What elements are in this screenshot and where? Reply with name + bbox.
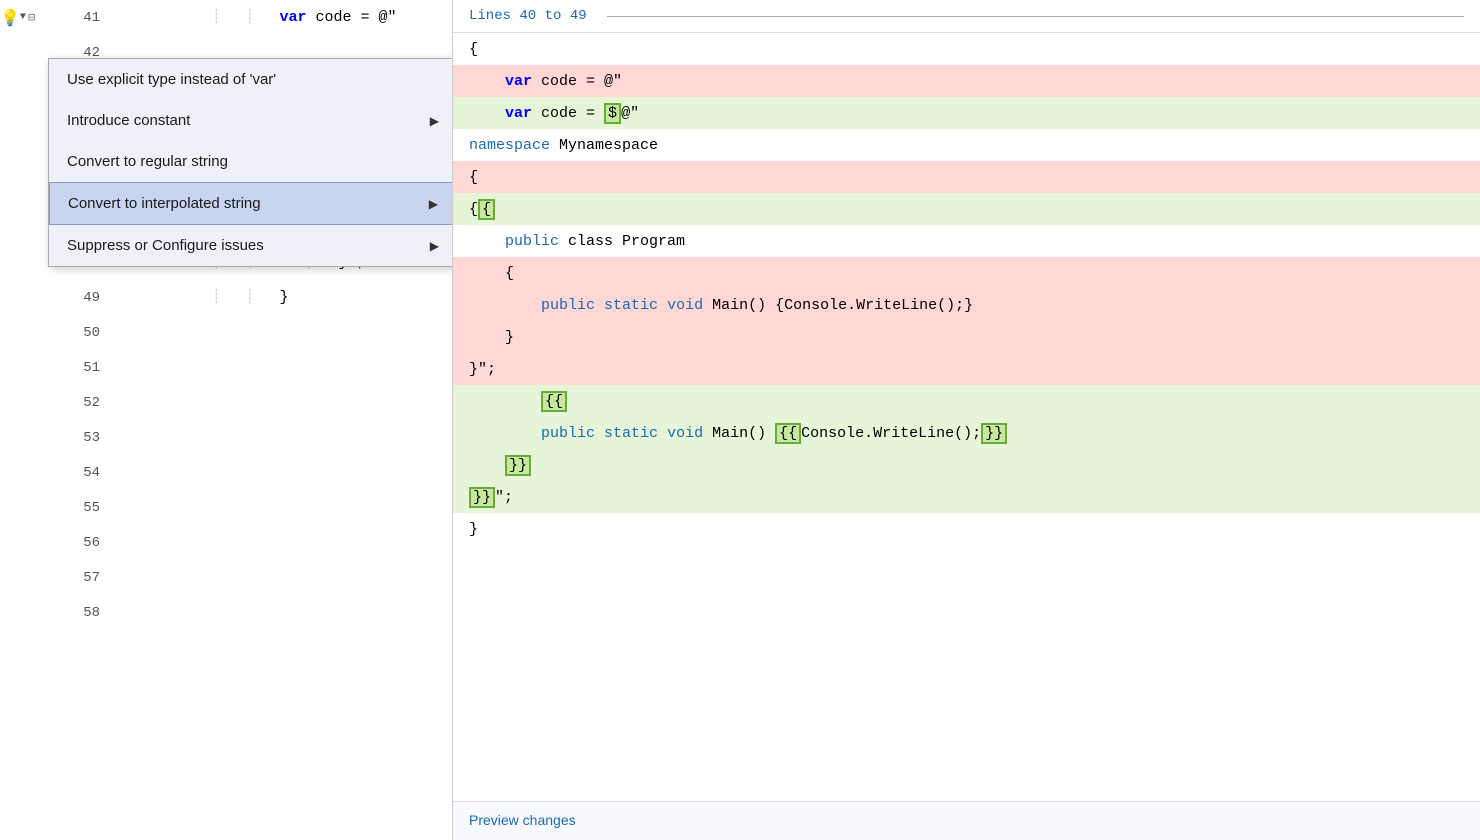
line-number: 51 (65, 360, 110, 376)
diff-line-removed: }"; (453, 353, 1480, 385)
menu-item-suppress-configure[interactable]: Suppress or Configure issues ▶ (49, 225, 453, 266)
menu-item-label: Introduce constant (67, 112, 190, 129)
line-number: 55 (65, 500, 110, 516)
code-line-49: 49 ┊ ┊ } (0, 280, 452, 315)
menu-item-convert-interpolated[interactable]: Convert to interpolated string ▶ (49, 182, 453, 225)
line-number: 57 (65, 570, 110, 586)
code-editor: 💡 ▼ ⊟ 41 ┊ ┊ var code = @" 42 43 44 45 (0, 0, 453, 840)
diff-content: { var code = @" var code = $@" namespace… (453, 33, 1480, 545)
menu-item-explicit-type[interactable]: Use explicit type instead of 'var' (49, 59, 453, 100)
diff-line-added: var code = $@" (453, 97, 1480, 129)
menu-item-label: Convert to interpolated string (68, 195, 261, 212)
diff-line: { (453, 33, 1480, 65)
menu-item-label: Suppress or Configure issues (67, 237, 264, 254)
menu-item-label: Convert to regular string (67, 153, 228, 170)
diff-line-removed: public static void Main() {Console.Write… (453, 289, 1480, 321)
code-line-55: 55 (0, 490, 452, 525)
pin-icon: ⊟ (28, 10, 35, 25)
line-number: 58 (65, 605, 110, 621)
diff-line-removed: var code = @" (453, 65, 1480, 97)
lightbulb-icon[interactable]: 💡 (0, 8, 20, 28)
diff-line-removed: } (453, 321, 1480, 353)
line-number: 49 (65, 290, 110, 306)
diff-line-added: }}"; (453, 481, 1480, 513)
diff-header-text: Lines 40 to 49 (469, 8, 587, 24)
line-content: ┊ ┊ var code = @" (110, 0, 452, 43)
guide-dots: ┊ ┊ (187, 10, 279, 26)
code-line-56: 56 (0, 525, 452, 560)
editor-container: 💡 ▼ ⊟ 41 ┊ ┊ var code = @" 42 43 44 45 (0, 0, 1480, 840)
keyword-var: var (280, 9, 307, 26)
context-menu: Use explicit type instead of 'var' Intro… (48, 58, 453, 267)
line-number: 53 (65, 430, 110, 446)
line-number: 50 (65, 325, 110, 341)
menu-item-label: Use explicit type instead of 'var' (67, 71, 276, 88)
code-line-58: 58 (0, 595, 452, 630)
code-text: code = @" (307, 9, 397, 26)
line-number: 54 (65, 465, 110, 481)
dropdown-arrow-icon[interactable]: ▼ (20, 12, 26, 23)
diff-header-divider (607, 16, 1464, 17)
diff-line-added: public static void Main() {{Console.Writ… (453, 417, 1480, 449)
diff-line-added: {{ (453, 385, 1480, 417)
submenu-arrow-icon: ▶ (430, 239, 439, 253)
diff-line-removed: { (453, 257, 1480, 289)
diff-footer: Preview changes (453, 801, 1480, 840)
code-line-41: 💡 ▼ ⊟ 41 ┊ ┊ var code = @" (0, 0, 452, 35)
line-content: ┊ ┊ } (110, 272, 452, 323)
code-line-51: 51 (0, 350, 452, 385)
preview-changes-link[interactable]: Preview changes (469, 812, 576, 828)
diff-panel: Lines 40 to 49 { var code = @" var code … (453, 0, 1480, 840)
diff-line: } (453, 513, 1480, 545)
diff-line: namespace Mynamespace (453, 129, 1480, 161)
diff-line-removed: { (453, 161, 1480, 193)
line-number: 56 (65, 535, 110, 551)
submenu-arrow-icon: ▶ (429, 197, 438, 211)
lightbulb-area[interactable]: 💡 ▼ ⊟ (0, 8, 65, 28)
code-line-57: 57 (0, 560, 452, 595)
menu-item-introduce-constant[interactable]: Introduce constant ▶ (49, 100, 453, 141)
diff-line-added: {{ (453, 193, 1480, 225)
line-number: 41 (65, 10, 110, 26)
code-line-54: 54 (0, 455, 452, 490)
menu-item-convert-regular[interactable]: Convert to regular string (49, 141, 453, 182)
code-line-53: 53 (0, 420, 452, 455)
diff-line: public class Program (453, 225, 1480, 257)
diff-header: Lines 40 to 49 (453, 0, 1480, 33)
submenu-arrow-icon: ▶ (430, 114, 439, 128)
line-number: 52 (65, 395, 110, 411)
code-line-52: 52 (0, 385, 452, 420)
diff-line-added: }} (453, 449, 1480, 481)
